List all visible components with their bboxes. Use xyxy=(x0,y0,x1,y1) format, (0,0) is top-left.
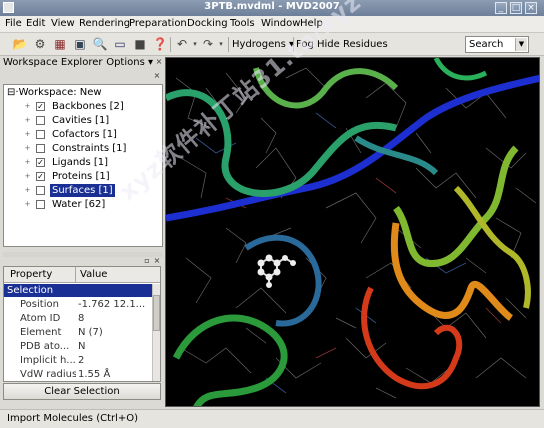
checkbox-proteins[interactable]: ✓ xyxy=(36,172,45,181)
property-key: Implicit h... xyxy=(20,355,76,366)
status-bar: Import Molecules (Ctrl+O) xyxy=(0,409,544,428)
property-value: N (7) xyxy=(78,327,103,338)
expand-icon[interactable]: + xyxy=(24,159,31,166)
workspace-explorer-title: Workspace Explorer xyxy=(3,57,103,68)
property-value: N xyxy=(78,341,86,352)
expand-icon[interactable]: + xyxy=(24,131,31,138)
backbone-steel xyxy=(244,234,322,327)
tree-item-label: Cofactors [1] xyxy=(52,129,117,140)
save-icon[interactable]: ▣ xyxy=(72,36,88,52)
property-key: Atom ID xyxy=(20,313,61,324)
tree-item-label: Water [62] xyxy=(52,199,106,210)
open-icon[interactable]: 📂 xyxy=(12,36,28,52)
properties-scrollbar[interactable] xyxy=(152,284,160,381)
properties-header: Property Value xyxy=(4,267,160,283)
tree-item-label: Ligands [1] xyxy=(52,157,109,168)
properties-close-icon[interactable]: × xyxy=(153,257,161,265)
property-value: 8 xyxy=(78,313,85,324)
title-bar: 3PTB.mvdml - MVD2007 _ □ × xyxy=(0,0,544,16)
menu-view[interactable]: View xyxy=(51,18,75,29)
menu-file[interactable]: File xyxy=(5,18,22,29)
expand-icon[interactable]: + xyxy=(24,187,31,194)
toolbar-separator xyxy=(228,37,229,52)
table-row[interactable]: PDB ato... N xyxy=(4,340,154,354)
column-value[interactable]: Value xyxy=(80,269,107,280)
checkbox-constraints[interactable] xyxy=(36,144,45,153)
expand-icon[interactable]: + xyxy=(24,117,31,124)
search-value: Search xyxy=(469,39,504,50)
help-icon[interactable]: ❓ xyxy=(152,36,168,52)
tree-item-water[interactable]: + Water [62] xyxy=(24,198,162,211)
redo-dropdown-icon[interactable]: ▾ xyxy=(213,36,229,52)
table-row[interactable]: VdW radius 1.55 Å xyxy=(4,368,154,381)
panel-splitter[interactable] xyxy=(3,252,163,257)
chevron-down-icon[interactable]: ▼ xyxy=(515,38,527,51)
property-value: 1.55 Å xyxy=(78,369,111,380)
checkbox-water[interactable] xyxy=(36,200,45,209)
expand-icon[interactable]: + xyxy=(24,145,31,152)
property-key: Element xyxy=(20,327,62,338)
property-key: PDB ato... xyxy=(20,341,70,352)
tree-item-backbones[interactable]: + ✓ Backbones [2] xyxy=(24,100,162,113)
settings-icon[interactable]: ⚙ xyxy=(32,36,48,52)
expand-icon[interactable]: + xyxy=(24,103,31,110)
scrollbar-thumb[interactable] xyxy=(153,295,160,331)
ligand-molecule xyxy=(257,254,296,288)
tree-item-label: Backbones [2] xyxy=(52,101,124,112)
tree-item-cavities[interactable]: + Cavities [1] xyxy=(24,114,162,127)
menu-edit[interactable]: Edit xyxy=(26,18,45,29)
checkbox-surfaces[interactable] xyxy=(36,186,45,195)
tree-item-label: Cavities [1] xyxy=(52,115,110,126)
menu-preparation[interactable]: Preparation xyxy=(129,18,187,29)
property-value: 2 xyxy=(78,355,85,366)
status-text: Import Molecules (Ctrl+O) xyxy=(7,413,139,424)
tree-item-label: Surfaces [1] xyxy=(50,184,115,197)
column-separator[interactable] xyxy=(75,267,76,283)
expand-icon[interactable]: + xyxy=(24,201,31,208)
minimize-button[interactable]: _ xyxy=(495,2,507,14)
table-row[interactable]: Atom ID 8 xyxy=(4,312,154,326)
maximize-button[interactable]: □ xyxy=(510,2,522,14)
camera-icon[interactable]: ■ xyxy=(132,36,148,52)
checkbox-cofactors[interactable] xyxy=(36,130,45,139)
tree-item-label: Proteins [1] xyxy=(52,171,110,182)
checkbox-backbones[interactable]: ✓ xyxy=(36,102,45,111)
tree-item-cofactors[interactable]: + Cofactors [1] xyxy=(24,128,162,141)
search-input[interactable]: Search ▼ xyxy=(465,36,529,53)
backbone-top-green xyxy=(433,58,488,81)
import-icon[interactable]: ▦ xyxy=(52,36,68,52)
workspace-explorer-header: Workspace Explorer Options ▾ × xyxy=(3,57,163,69)
clear-selection-button[interactable]: Clear Selection xyxy=(3,383,161,400)
tree-item-label: Constraints [1] xyxy=(52,143,127,154)
table-row[interactable]: Implicit h... 2 xyxy=(4,354,154,368)
backbone-dark-green xyxy=(172,314,288,406)
menu-tools[interactable]: Tools xyxy=(230,18,255,29)
float-icon[interactable]: ▫ xyxy=(143,257,151,265)
checkbox-cavities[interactable] xyxy=(36,116,45,125)
window-title: 3PTB.mvdml - MVD2007 xyxy=(204,1,340,12)
workspace-root[interactable]: ⊟·Workspace: New xyxy=(7,87,102,98)
property-key: VdW radius xyxy=(20,369,76,380)
checkbox-ligands[interactable]: ✓ xyxy=(36,158,45,167)
menu-bar: File Edit View Rendering Preparation Doc… xyxy=(0,16,544,33)
table-row[interactable]: Position -1.762 12.1... xyxy=(4,298,154,312)
column-property[interactable]: Property xyxy=(10,269,52,280)
close-button[interactable]: × xyxy=(525,2,537,14)
property-value: -1.762 12.1... xyxy=(78,299,146,310)
workspace-root-label: Workspace: New xyxy=(18,87,102,98)
menu-docking[interactable]: Docking xyxy=(187,18,228,29)
menu-rendering[interactable]: Rendering xyxy=(79,18,130,29)
monitor-icon[interactable]: ▭ xyxy=(112,36,128,52)
panel-close-icon[interactable]: × xyxy=(153,72,161,80)
find-icon[interactable]: 🔍 xyxy=(92,36,108,52)
toolbar-separator xyxy=(170,37,171,52)
options-dropdown[interactable]: Options ▾ xyxy=(106,57,153,68)
table-row[interactable]: Element N (7) xyxy=(4,326,154,340)
property-key: Position xyxy=(20,299,59,310)
properties-panel: Property Value Selection Position -1.762 … xyxy=(3,266,161,382)
selection-row[interactable]: Selection xyxy=(4,284,154,297)
close-icon[interactable]: × xyxy=(155,58,163,66)
expand-icon[interactable]: + xyxy=(24,173,31,180)
